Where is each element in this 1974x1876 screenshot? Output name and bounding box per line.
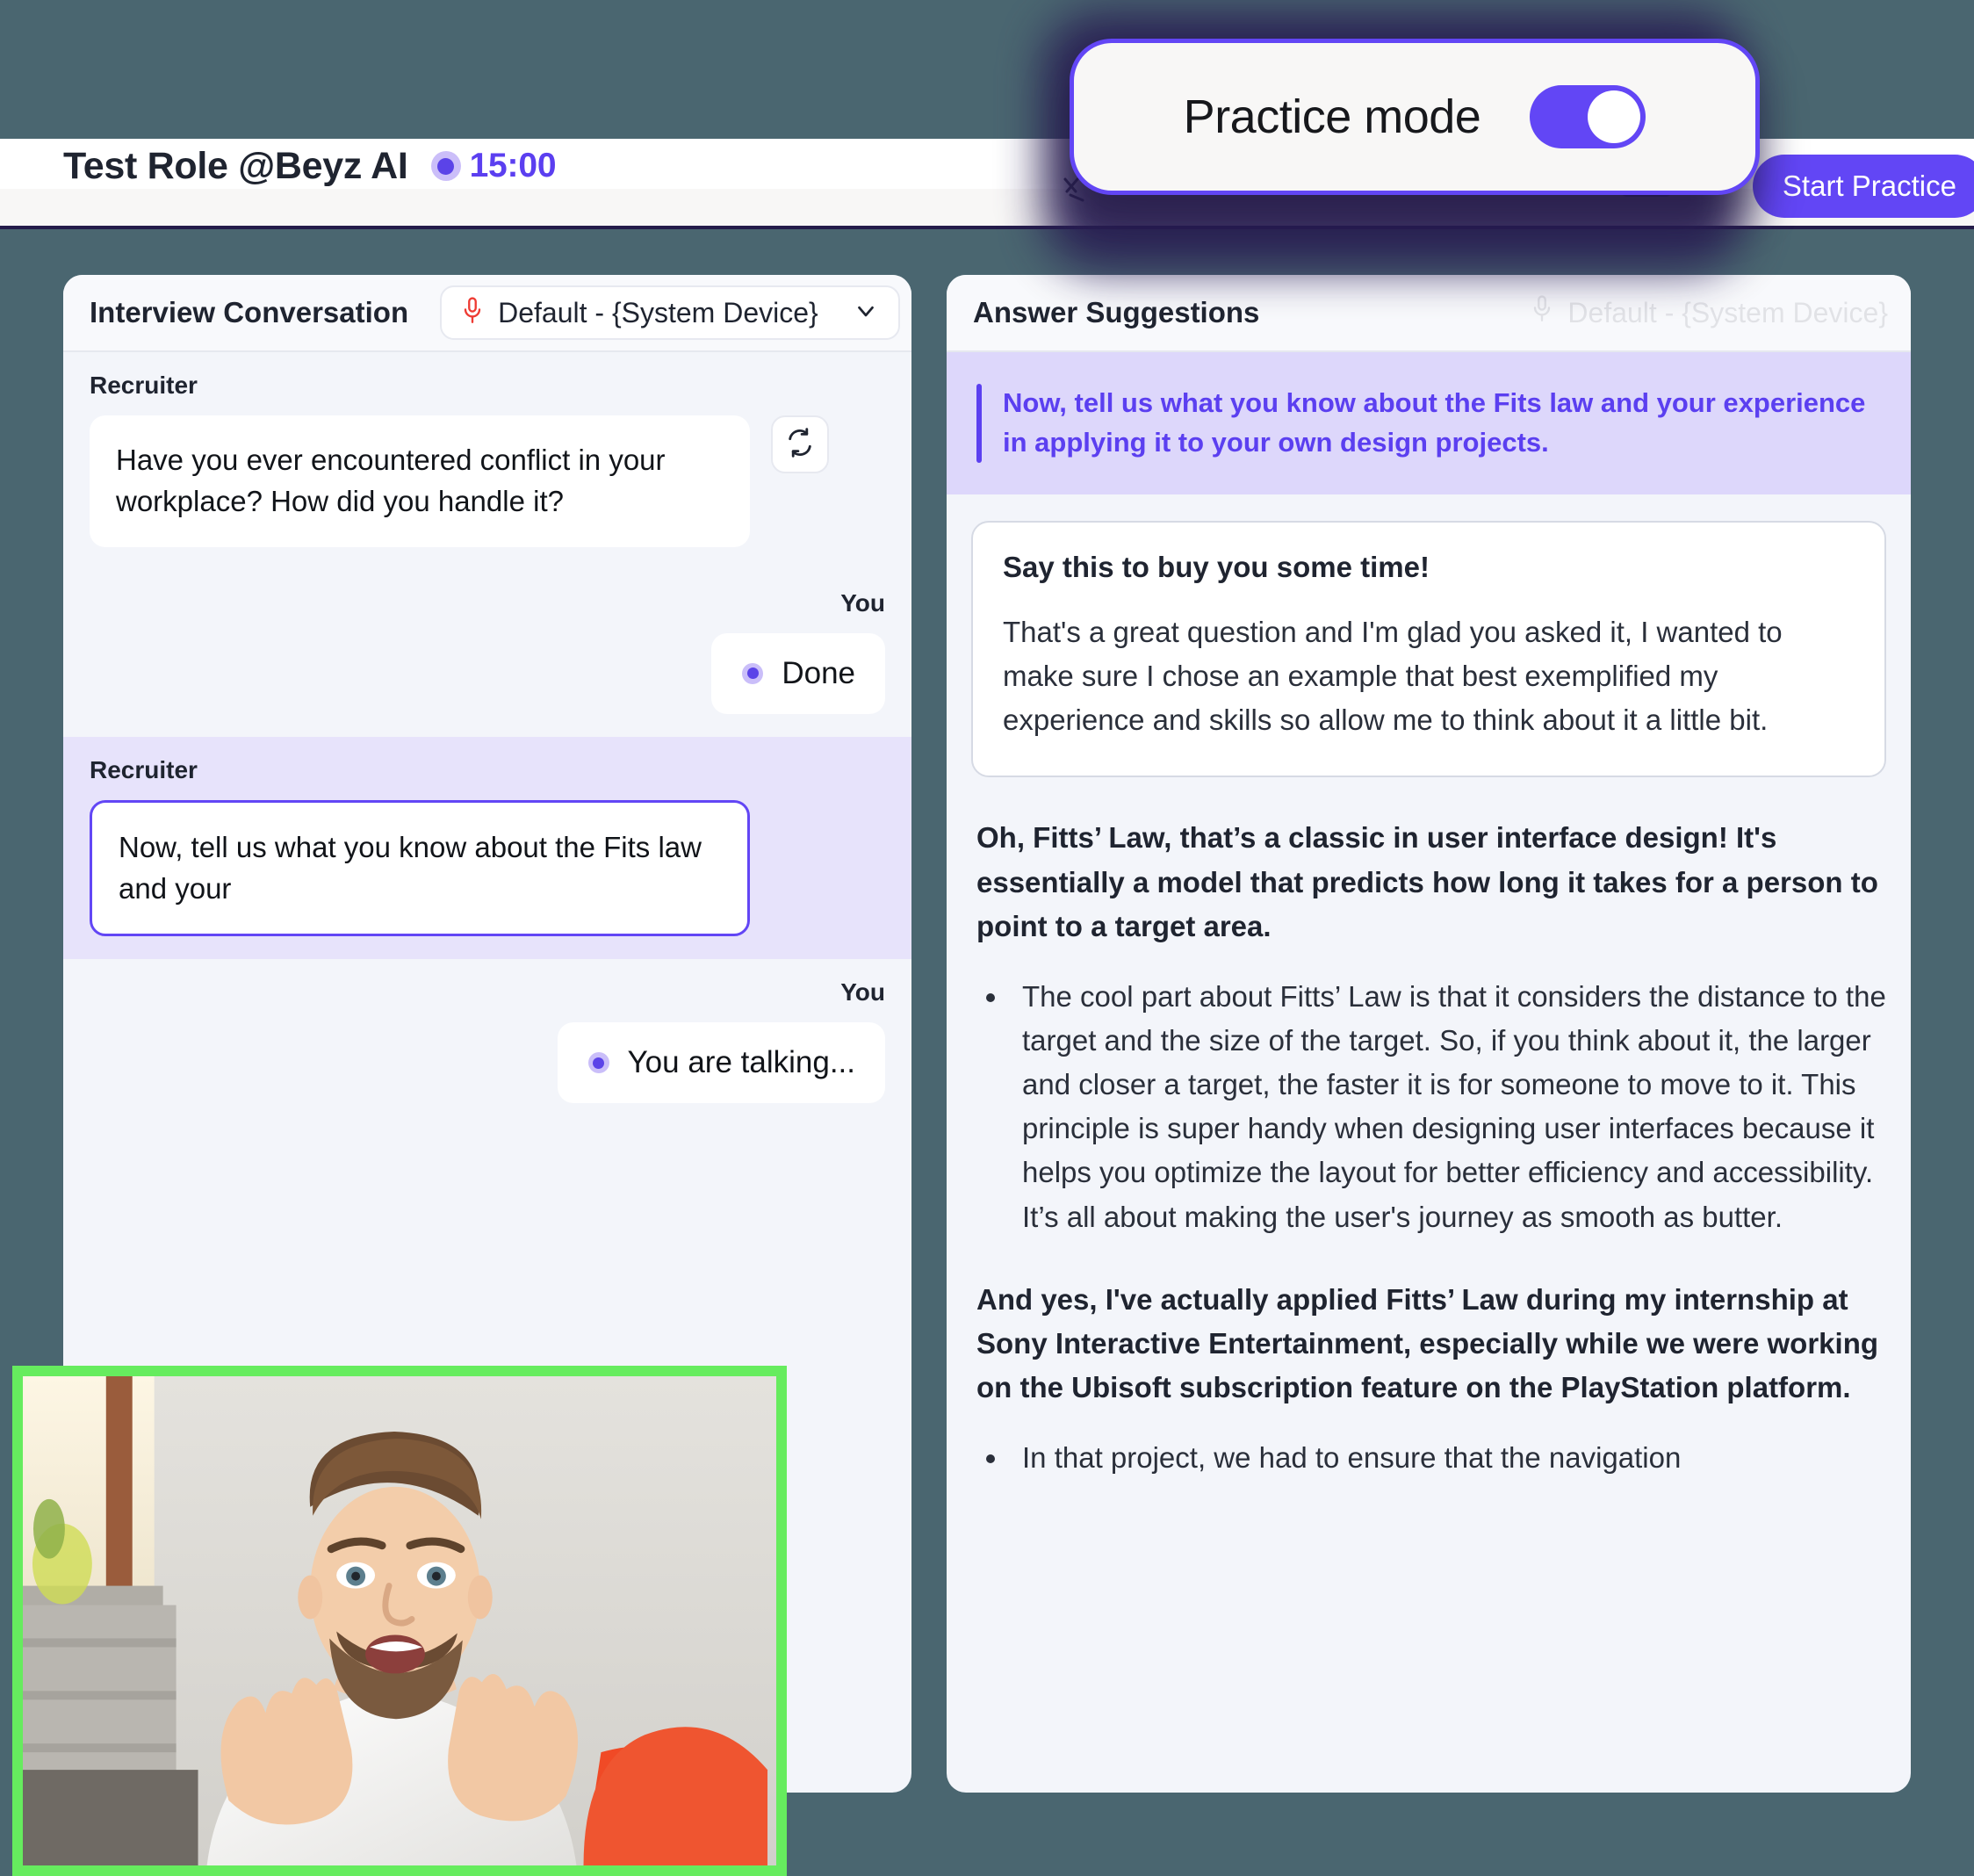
- buy-time-card[interactable]: Say this to buy you some time! That's a …: [971, 520, 1886, 778]
- audio-device-value: Default - {System Device}: [498, 296, 818, 328]
- microphone-icon: [461, 296, 484, 329]
- microphone-icon-ghost: [1531, 295, 1553, 330]
- status-label: You are talking...: [627, 1045, 855, 1080]
- audio-device-select[interactable]: Default - {System Device}: [440, 285, 901, 340]
- ghost-device-artifact: Default - {System Device}: [1531, 295, 1888, 330]
- message-speaker: You: [840, 978, 885, 1007]
- message-speaker: Recruiter: [90, 372, 198, 399]
- message-speaker: You: [840, 588, 885, 617]
- session-timer: 15:00: [469, 147, 557, 184]
- practice-mode-card: Practice mode: [1070, 39, 1760, 195]
- current-question-banner: Now, tell us what you know about the Fit…: [947, 352, 1911, 494]
- buy-time-text: That's a great question and I'm glad you…: [1003, 615, 1783, 737]
- status-bubble: You are talking...: [557, 1022, 885, 1104]
- chevron-down-icon: [853, 298, 879, 328]
- recording-dot-icon: [428, 148, 465, 184]
- message-bubble: Have you ever encountered conflict in yo…: [90, 415, 750, 547]
- conversation-panel-header: Interview Conversation Default - {System…: [63, 275, 911, 352]
- answer-bullet-list-2: In that project, we had to ensure that t…: [1010, 1436, 1886, 1480]
- conversation-message-you-2: You You are talking...: [63, 959, 911, 1126]
- answer-paragraph-1: Oh, Fitts’ Law, that’s a classic in user…: [976, 821, 1878, 942]
- message-speaker: Recruiter: [90, 755, 198, 783]
- practice-mode-label: Practice mode: [1183, 90, 1481, 143]
- question-accent-bar: [976, 384, 982, 463]
- conversation-message-recruiter-1: Recruiter Have you ever encountered conf…: [63, 352, 911, 570]
- status-dot-icon: [741, 662, 764, 685]
- current-question-text: Now, tell us what you know about the Fit…: [1003, 387, 1866, 458]
- status-dot-icon: [587, 1051, 610, 1074]
- conversation-message-you-1: You Done: [63, 570, 911, 737]
- conversation-panel-title: Interview Conversation: [90, 296, 409, 328]
- list-item: The cool part about Fitts’ Law is that i…: [1010, 975, 1886, 1239]
- self-view-video-thumbnail[interactable]: [12, 1366, 787, 1876]
- suggestions-content: Say this to buy you some time! That's a …: [947, 494, 1911, 1481]
- answer-paragraph-2: And yes, I've actually applied Fitts’ La…: [976, 1282, 1879, 1404]
- answer-bullet-list-1: The cool part about Fitts’ Law is that i…: [1010, 975, 1886, 1239]
- answer-suggestions-panel: Answer Suggestions Default - {System Dev…: [947, 275, 1911, 1793]
- status-label: Done: [782, 655, 855, 690]
- video-frame: [23, 1376, 776, 1865]
- suggestions-panel-header: Answer Suggestions Default - {System Dev…: [947, 275, 1911, 352]
- suggestions-panel-title: Answer Suggestions: [973, 296, 1260, 328]
- refresh-icon: [785, 427, 815, 462]
- practice-mode-toggle[interactable]: [1530, 85, 1646, 148]
- status-bubble: Done: [711, 632, 885, 714]
- start-practice-button[interactable]: Start Practice: [1752, 155, 1974, 218]
- list-item: In that project, we had to ensure that t…: [1010, 1436, 1886, 1480]
- buy-time-title: Say this to buy you some time!: [1003, 550, 1430, 583]
- page-title: Test Role @Beyz AI: [63, 144, 408, 187]
- conversation-message-recruiter-2: Recruiter Now, tell us what you know abo…: [63, 736, 911, 960]
- ghost-device-text: Default - {System Device}: [1567, 296, 1888, 328]
- message-bubble-active: Now, tell us what you know about the Fit…: [90, 799, 750, 937]
- regenerate-button[interactable]: [771, 415, 829, 473]
- conversation-message-list: Recruiter Have you ever encountered conf…: [63, 352, 911, 1126]
